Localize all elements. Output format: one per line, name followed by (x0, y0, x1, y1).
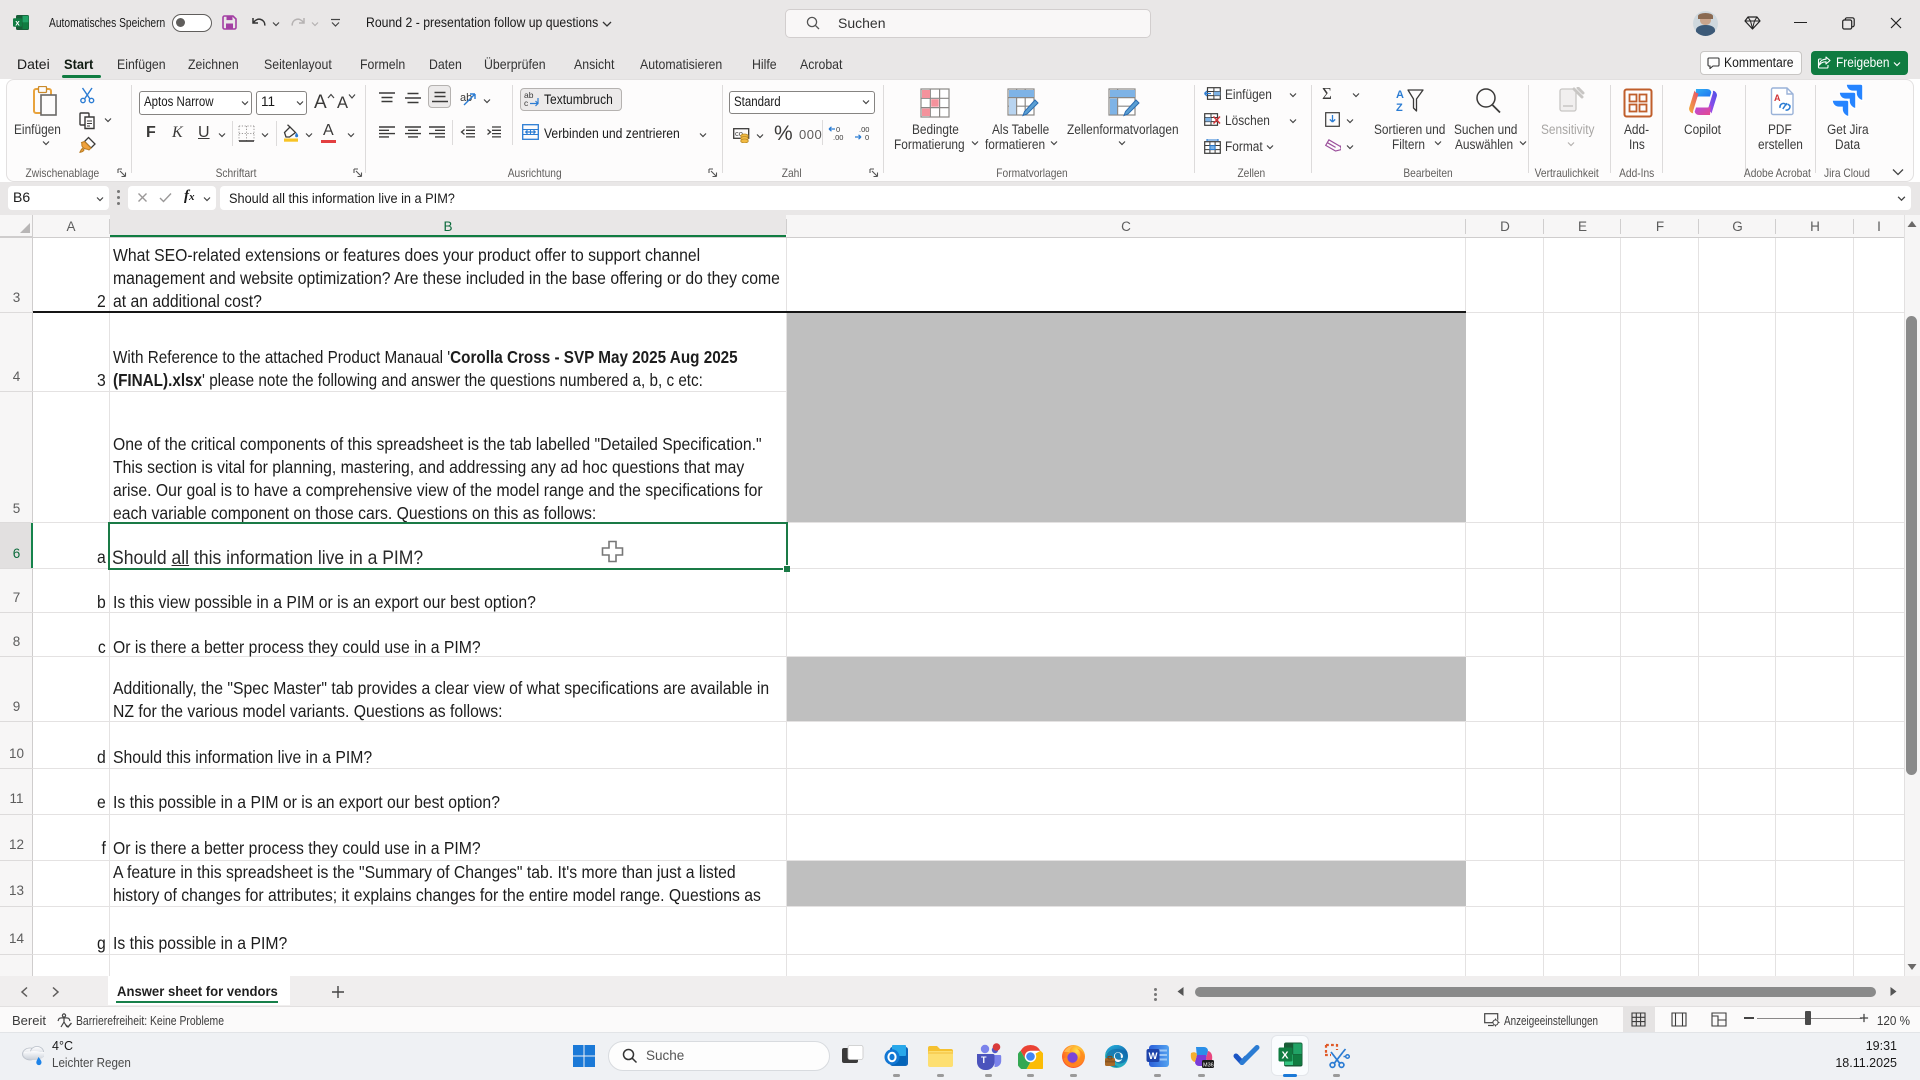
svg-text:A: A (1774, 93, 1781, 103)
svg-text:Z: Z (1396, 102, 1403, 114)
svg-text:A: A (1396, 89, 1404, 101)
svg-text:M365: M365 (1203, 1063, 1214, 1069)
svg-text:T: T (981, 1055, 987, 1065)
svg-text:0: 0 (865, 133, 869, 141)
svg-text:.00: .00 (833, 133, 843, 141)
svg-text:W: W (1149, 1051, 1158, 1062)
svg-text:x: x (15, 18, 20, 27)
svg-text:X: X (1282, 1050, 1289, 1062)
